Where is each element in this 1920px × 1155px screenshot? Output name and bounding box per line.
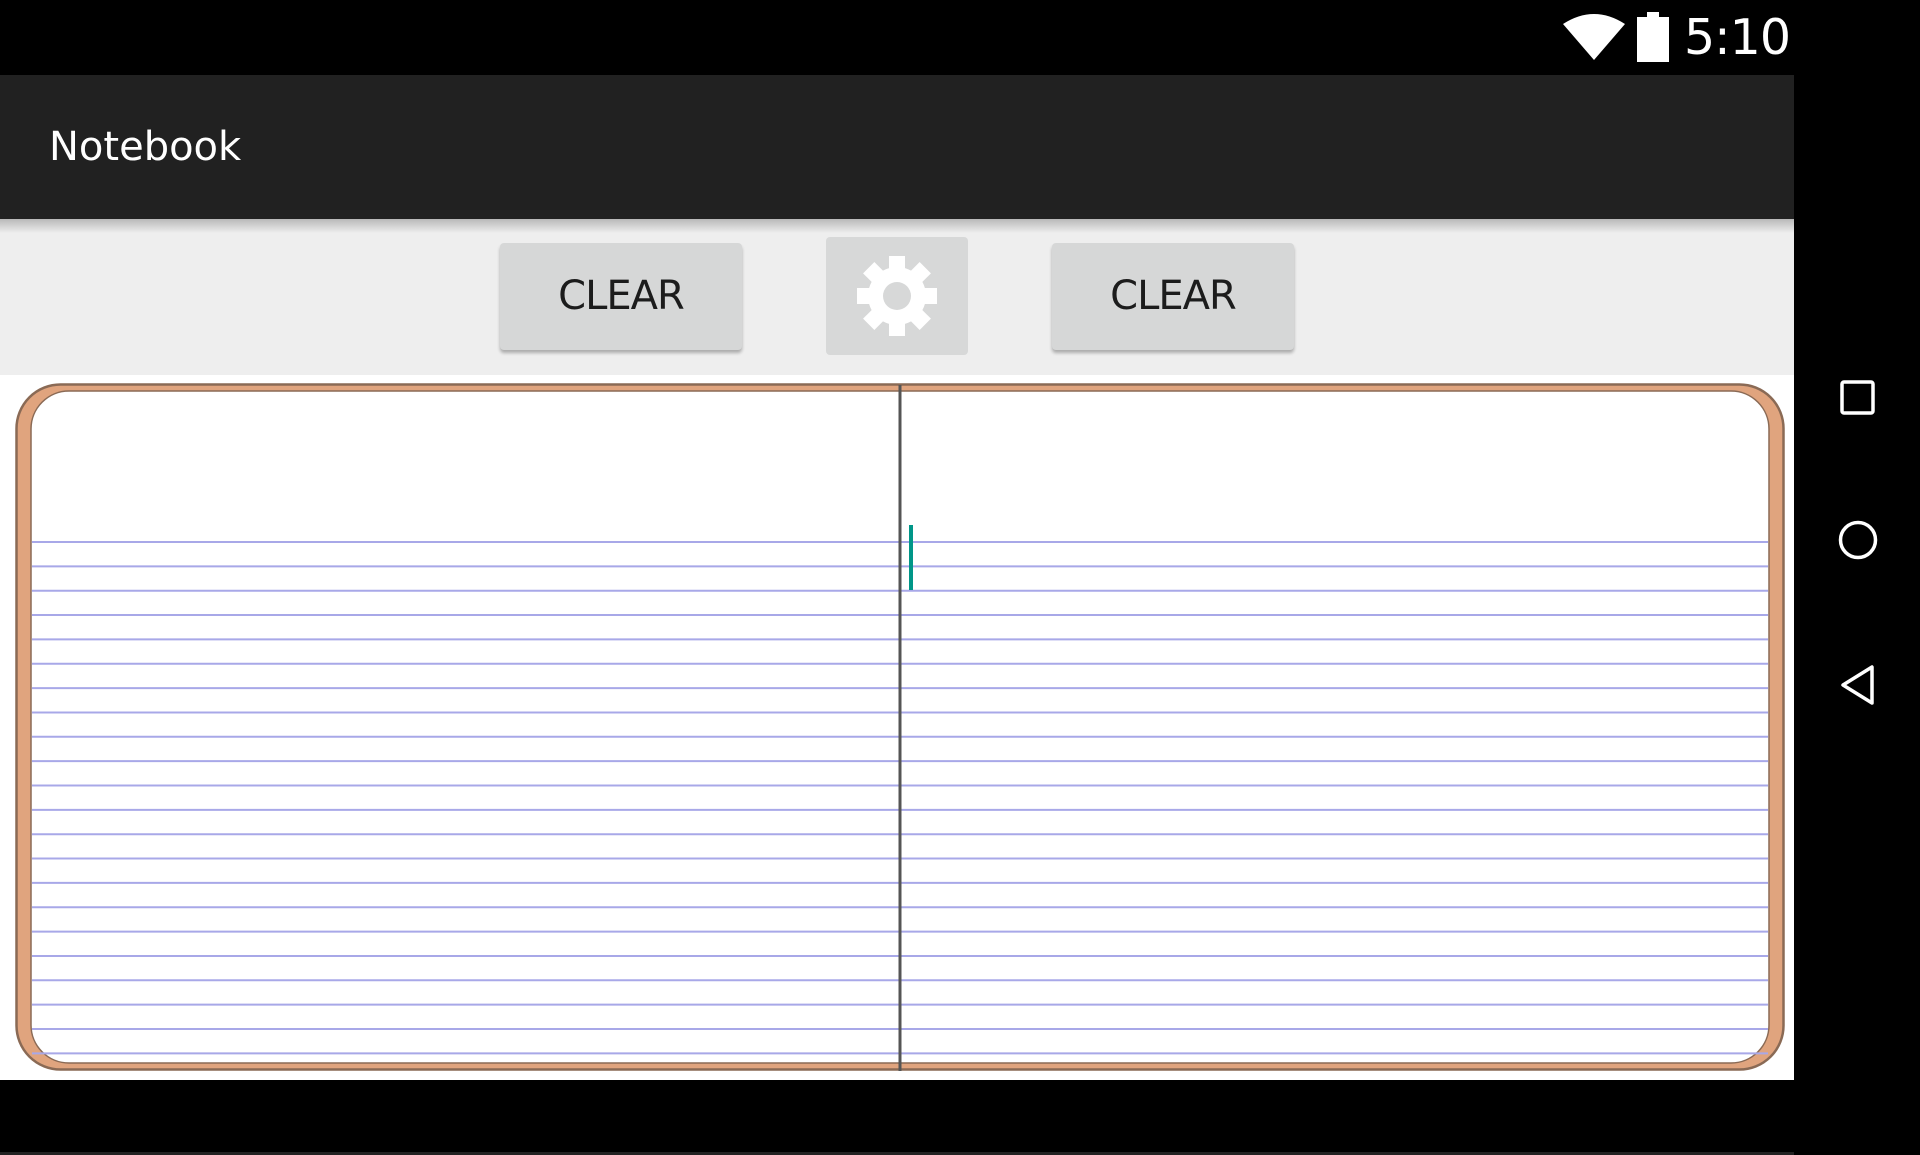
action-bar: Notebook [0,75,1794,219]
notebook [15,383,1785,1071]
gear-icon [857,256,937,336]
battery-icon [1637,12,1669,62]
clear-left-button[interactable]: CLEAR [500,243,742,350]
clear-right-button[interactable]: CLEAR [1052,243,1294,350]
text-cursor [909,525,913,590]
clock: 5:10 [1684,9,1791,66]
notebook-spine [898,385,902,1071]
back-triangle-icon[interactable] [1840,665,1876,705]
right-page-input[interactable] [902,391,1769,1063]
app-window: Notebook CLEAR CLEAR [0,75,1794,1155]
recents-square-icon[interactable] [1840,380,1875,415]
home-circle-icon[interactable] [1838,520,1878,560]
settings-button[interactable] [826,237,968,355]
action-bar-shadow [0,219,1794,233]
wifi-icon [1563,14,1625,60]
app-title: Notebook [49,124,242,170]
left-page-input[interactable] [31,391,899,1063]
status-bar: 5:10 [0,0,1920,75]
navigation-bar [1794,75,1920,1080]
